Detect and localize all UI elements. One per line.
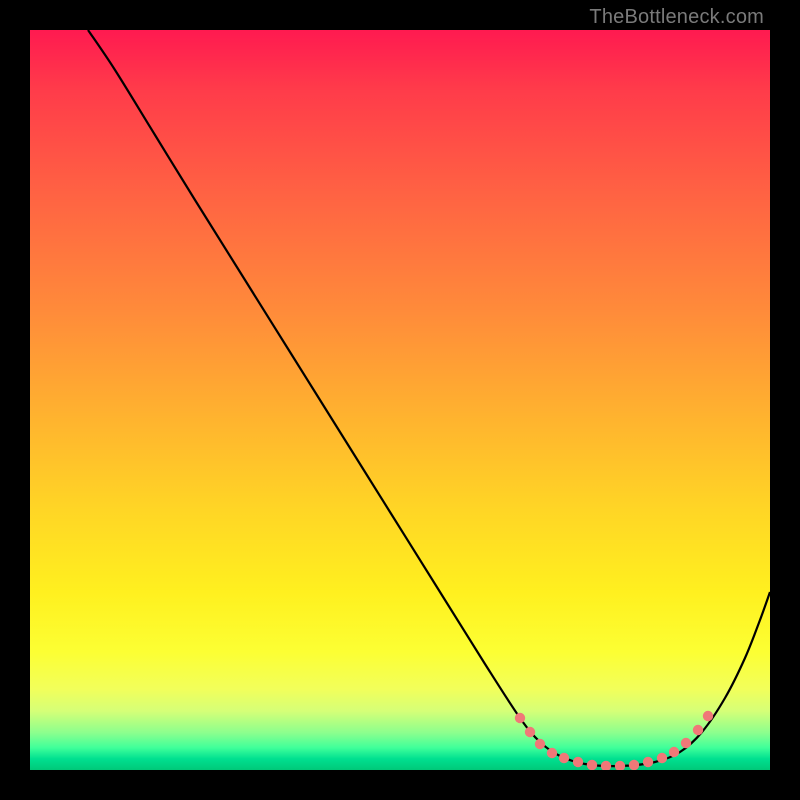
highlight-dot [629,760,639,770]
watermark-text: TheBottleneck.com [589,6,764,29]
highlight-dot [681,738,691,748]
highlight-dot [601,761,611,770]
highlight-dot [535,739,545,749]
highlight-dot [615,761,625,770]
highlight-dot [703,711,713,721]
highlight-dot [515,713,525,723]
curve-path [88,30,770,766]
highlight-dot [559,753,569,763]
highlight-dots-group [515,711,713,770]
highlight-dot [573,757,583,767]
highlight-dot [657,753,667,763]
chart-frame [30,30,770,770]
highlight-dot [525,727,535,737]
highlight-dot [587,760,597,770]
highlight-dot [693,725,703,735]
highlight-dot [547,748,557,758]
chart-svg [30,30,770,770]
highlight-dot [643,757,653,767]
highlight-dot [669,747,679,757]
